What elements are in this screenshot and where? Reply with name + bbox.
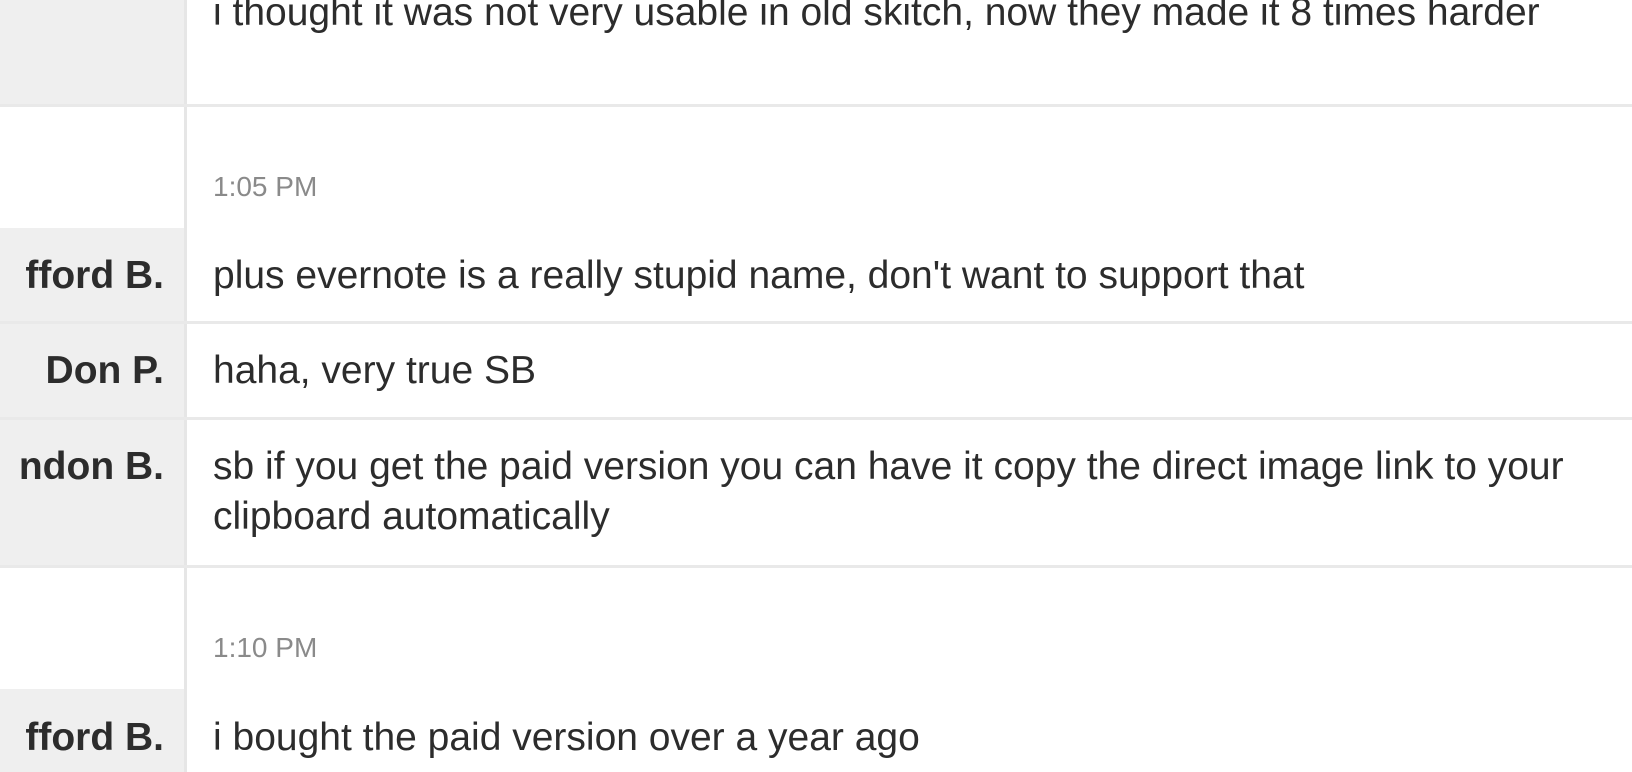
message-cell: i bought the paid version over a year ag…	[187, 689, 1632, 772]
message-text: i thought it was not very usable in old …	[213, 0, 1540, 34]
message-author: fford B.	[25, 716, 164, 759]
chat-transcript: i thought it was not very usable in old …	[0, 0, 1632, 772]
author-cell: fford B.	[0, 228, 187, 321]
message-row: ndon B. sb if you get the paid version y…	[0, 420, 1632, 568]
message-text: haha, very true SB	[213, 349, 537, 392]
author-cell: fford B.	[0, 689, 187, 772]
message-row: i thought it was not very usable in old …	[0, 0, 1632, 107]
message-cell: plus evernote is a really stupid name, d…	[187, 228, 1632, 321]
message-row: Don P. haha, very true SB	[0, 324, 1632, 420]
timestamp-cell: 1:05 PM	[187, 107, 1632, 228]
message-cell: haha, very true SB	[187, 324, 1632, 417]
timestamp-cell: 1:10 PM	[187, 568, 1632, 689]
author-cell	[0, 0, 187, 104]
author-cell	[0, 568, 187, 689]
message-author: Don P.	[45, 349, 164, 392]
author-cell	[0, 107, 187, 228]
timestamp: 1:05 PM	[213, 171, 318, 202]
author-cell: ndon B.	[0, 420, 187, 565]
message-cell: sb if you get the paid version you can h…	[187, 420, 1632, 565]
timestamp-row: 1:05 PM	[0, 107, 1632, 228]
message-text: sb if you get the paid version you can h…	[213, 445, 1564, 538]
message-text: plus evernote is a really stupid name, d…	[213, 254, 1305, 297]
message-cell: i thought it was not very usable in old …	[187, 0, 1632, 104]
author-cell: Don P.	[0, 324, 187, 417]
message-author: fford B.	[25, 254, 164, 297]
timestamp: 1:10 PM	[213, 632, 318, 663]
message-text: i bought the paid version over a year ag…	[213, 716, 920, 759]
message-row: fford B. plus evernote is a really stupi…	[0, 228, 1632, 324]
message-author: ndon B.	[18, 445, 164, 488]
message-row: fford B. i bought the paid version over …	[0, 689, 1632, 772]
timestamp-row: 1:10 PM	[0, 568, 1632, 689]
